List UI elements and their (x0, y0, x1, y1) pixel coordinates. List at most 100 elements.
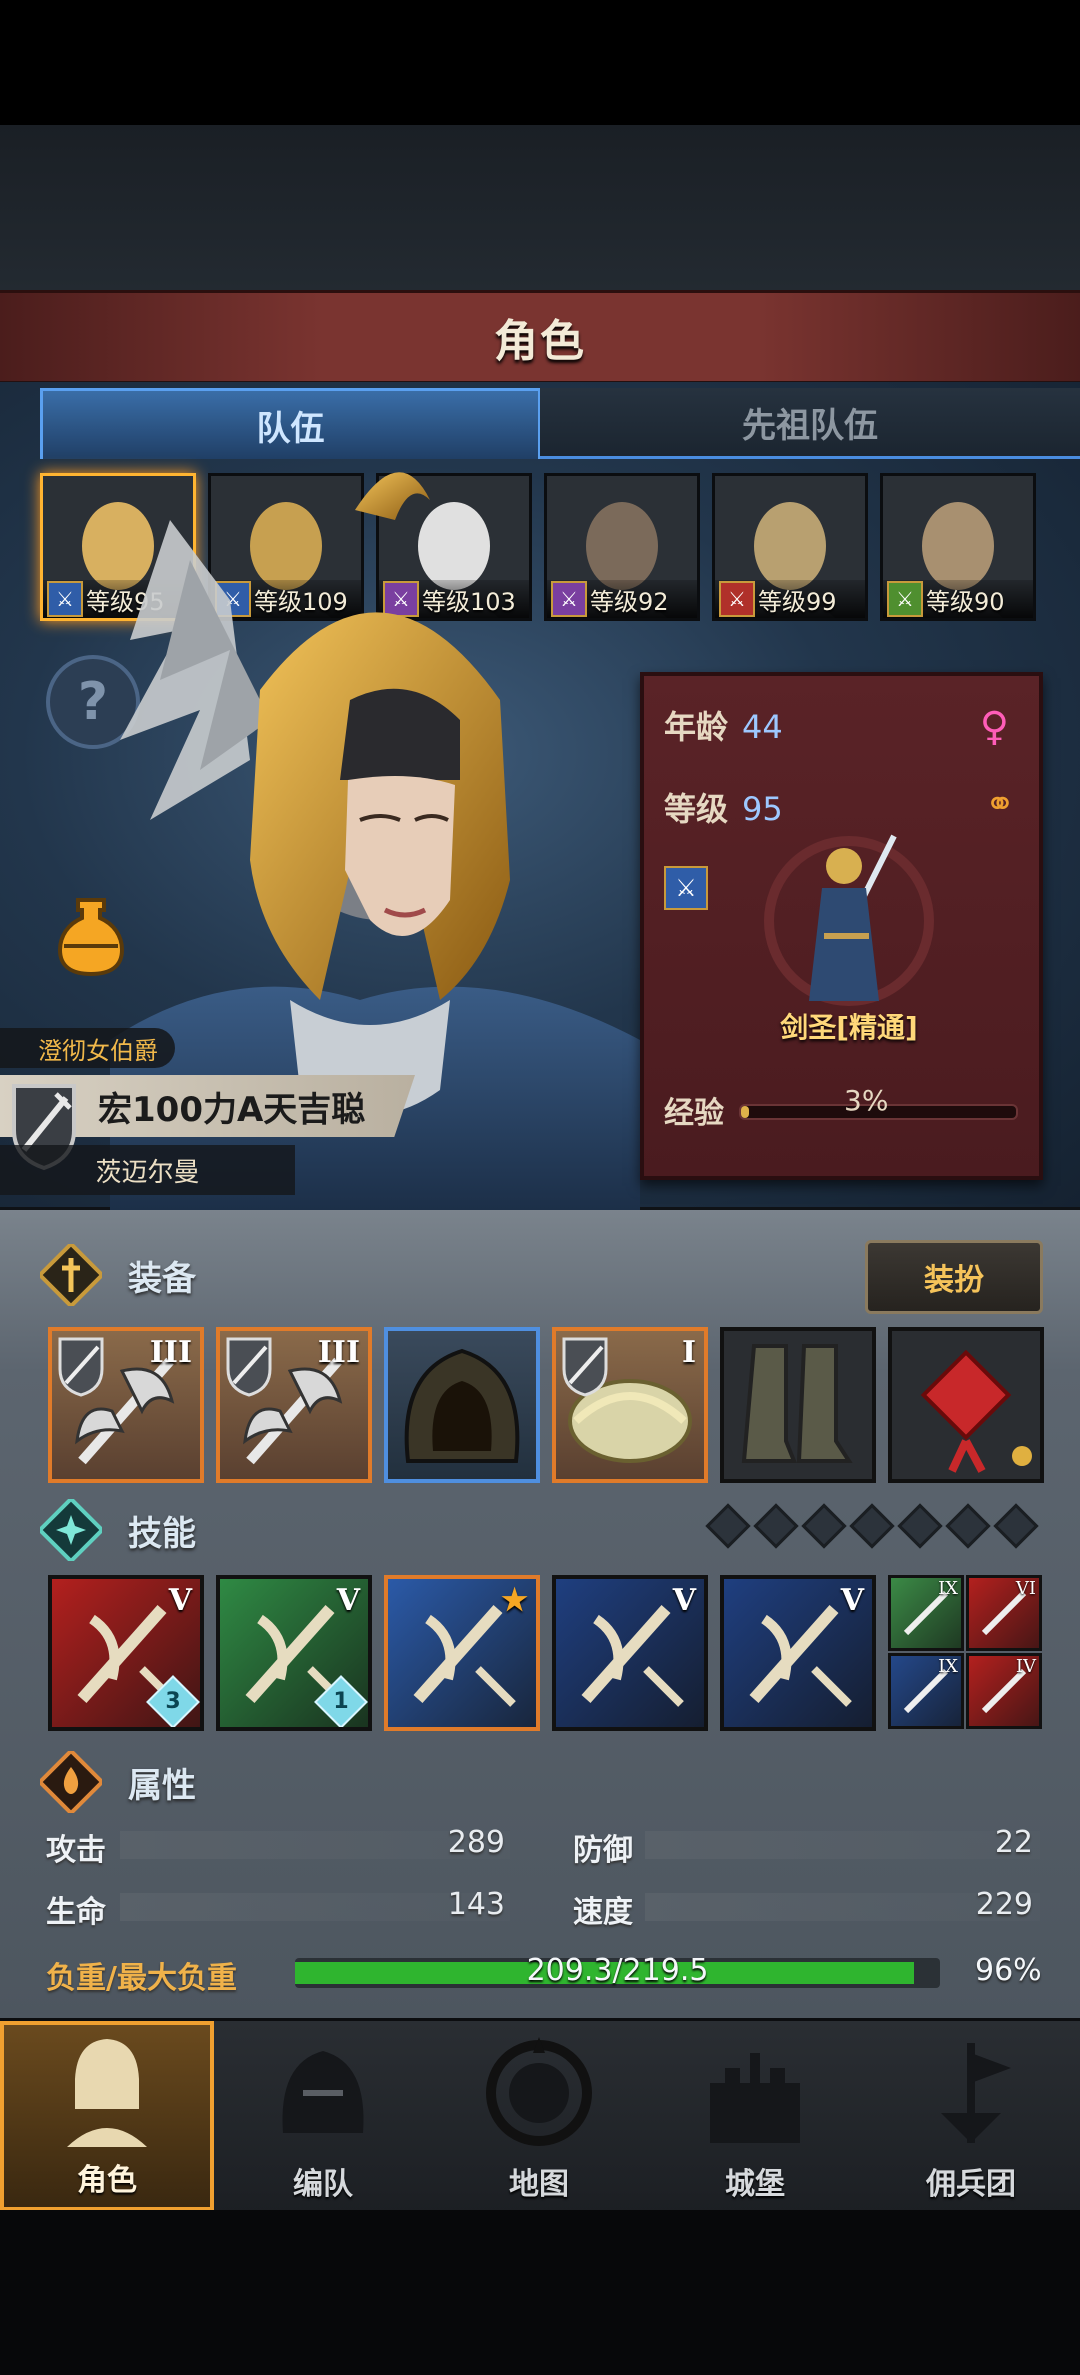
equipment-slot-axe[interactable]: III (48, 1327, 204, 1483)
mercenary-banner-icon (941, 2043, 1011, 2143)
passive-skill-slot[interactable]: IX (888, 1653, 964, 1729)
load-label: 负重/最大负重 (46, 1961, 237, 1996)
equipment-title: 装备 (128, 1258, 196, 1299)
level-label: 等级 (664, 790, 729, 828)
passive-skill-tier: IX (938, 1656, 958, 1677)
page-title: 角色 (494, 316, 586, 367)
attack-value: 289 (447, 1825, 505, 1860)
age-value: 44 (742, 708, 783, 746)
skills-title: 技能 (128, 1513, 196, 1554)
job-figure (764, 834, 934, 1006)
passive-skill-slot[interactable]: IX (888, 1575, 964, 1651)
skill-slot[interactable]: V3 (48, 1575, 204, 1731)
age-label: 年龄 (664, 708, 729, 746)
costume-button[interactable]: 装扮 (865, 1240, 1043, 1314)
equipment-slot-wreath-armor[interactable]: I (552, 1327, 708, 1483)
age-row: 年龄 44 (664, 702, 783, 748)
flame-icon (40, 1751, 102, 1813)
hp-value: 143 (447, 1887, 505, 1922)
roster-level: 等级99 (758, 587, 837, 616)
attributes-title: 属性 (128, 1765, 196, 1806)
system-nav-area (0, 2210, 1080, 2375)
exp-value: 3% (844, 1084, 889, 1117)
castle-icon (710, 2053, 800, 2143)
passive-skill-slot[interactable]: VI (966, 1575, 1042, 1651)
nav-label: 角色 (77, 2163, 137, 2198)
equipment-tier: I (681, 1335, 696, 1370)
nav-item[interactable]: 城堡 (648, 2021, 862, 2211)
hp-label: 生命 (46, 1895, 106, 1930)
character-info-panel: 年龄 44 ♀ 等级 95 ⚭ ⚔ 剑圣[精通] 经验 3% (640, 672, 1043, 1180)
level-row: 等级 95 (664, 784, 783, 830)
attack-label: 攻击 (46, 1833, 106, 1868)
knight-icon (67, 2039, 147, 2147)
defense-label: 防御 (573, 1833, 633, 1868)
sword-shield-icon (58, 1337, 104, 1397)
equipment-slot-boots[interactable] (720, 1327, 876, 1483)
exp-bar-fill (741, 1106, 750, 1118)
passive-skill-slot[interactable]: IV (966, 1653, 1042, 1729)
tab-ancestor-team-label: 先祖队伍 (742, 405, 878, 446)
speed-value: 229 (975, 1887, 1033, 1922)
equipment-header: 装备 (40, 1244, 196, 1306)
status-bar-area (0, 0, 1080, 125)
marriage-rings-icon[interactable]: ⚭ (985, 784, 1015, 825)
nav-item[interactable]: 地图 (432, 2021, 646, 2211)
boots-icon (741, 1344, 853, 1463)
skill-star-icon (40, 1499, 102, 1561)
defense-value: 22 (994, 1825, 1033, 1860)
roster-level-row: ⚔ 等级90 (883, 580, 1033, 618)
skill-count: 3 (165, 1689, 181, 1714)
skill-slot[interactable]: V1 (216, 1575, 372, 1731)
class-icon: ⚔ (887, 581, 923, 617)
header-backdrop (0, 125, 1080, 290)
load-value: 209.3/219.5 (526, 1953, 709, 1988)
class-icon: ⚔ (719, 581, 755, 617)
skill-slot[interactable]: V (720, 1575, 876, 1731)
skill-slot[interactable]: ★ (384, 1575, 540, 1731)
hood-icon (404, 1348, 520, 1463)
nav-label: 佣兵团 (926, 2167, 1016, 2202)
roster-level: 等级90 (926, 587, 1005, 616)
passive-skill-tier: IX (938, 1578, 958, 1599)
nav-label: 地图 (509, 2167, 569, 2202)
female-gender-icon: ♀ (979, 704, 1009, 750)
equipment-tier: III (149, 1335, 192, 1370)
roster-card[interactable]: ⚔ 等级90 (880, 473, 1036, 621)
skill-count: 1 (333, 1689, 349, 1714)
roster-level-row: ⚔ 等级99 (715, 580, 865, 618)
red-knot-charm-icon (920, 1349, 1032, 1473)
equipment-slot-red-knot-charm[interactable] (888, 1327, 1044, 1483)
nav-label: 城堡 (725, 2167, 785, 2202)
roster-card[interactable]: ⚔ 等级99 (712, 473, 868, 621)
skill-tier: V (168, 1583, 192, 1618)
exp-label: 经验 (664, 1096, 724, 1131)
job-title: 剑圣[精通] (780, 1011, 918, 1044)
skills-header: 技能 (40, 1499, 196, 1561)
skill-slot[interactable]: V (552, 1575, 708, 1731)
hero-name: 宏100力A天吉聪 (98, 1089, 366, 1130)
sword-shield-icon (562, 1337, 608, 1397)
attributes-header: 属性 (40, 1751, 196, 1813)
speed-label: 速度 (573, 1895, 633, 1930)
skill-tier: V (672, 1583, 696, 1618)
passive-skill-tier: VI (1015, 1578, 1036, 1599)
title-bar: 角色 (0, 290, 1080, 385)
nav-item[interactable]: 编队 (216, 2021, 430, 2211)
equipment-slot-hood[interactable] (384, 1327, 540, 1483)
equipment-tier: III (317, 1335, 360, 1370)
hero-title: 澄彻女伯爵 (0, 1028, 175, 1068)
skill-tier: V (840, 1583, 864, 1618)
load-percent: 96% (975, 1953, 1042, 1988)
nav-item[interactable]: 佣兵团 (864, 2021, 1078, 2211)
swordsman-class-icon: ⚔ (664, 866, 708, 910)
nav-item[interactable]: 角色 (0, 2021, 214, 2211)
equipment-slot-axe[interactable]: III (216, 1327, 372, 1483)
question-icon: ? (77, 672, 109, 732)
passive-skill-tier: IV (1015, 1656, 1036, 1677)
hero-origin: 茨迈尔曼 (0, 1145, 295, 1195)
star-icon: ★ (501, 1583, 528, 1618)
nav-label: 编队 (293, 2167, 353, 2202)
compass-map-icon (486, 2037, 592, 2146)
bottom-nav: 角色 编队 地图 城堡 佣兵团 (0, 2018, 1080, 2213)
